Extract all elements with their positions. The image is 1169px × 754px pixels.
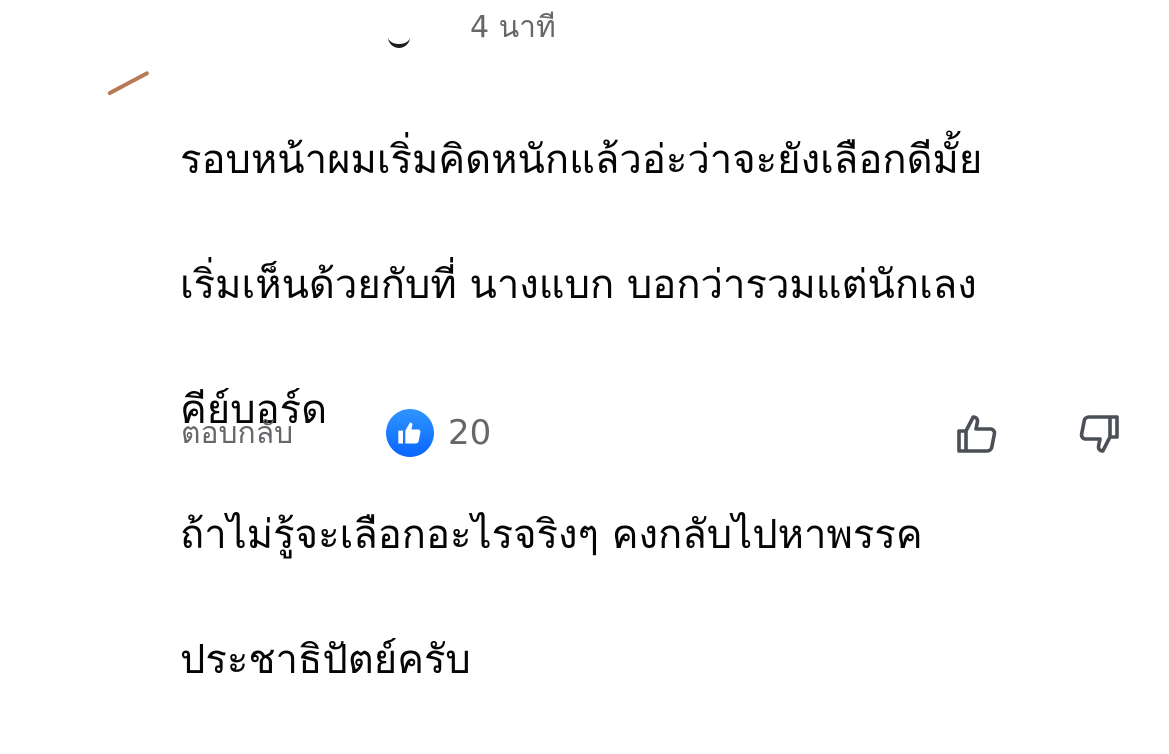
upvote-button[interactable] xyxy=(952,408,1004,460)
reaction-count: 20 xyxy=(448,413,492,453)
avatar[interactable] xyxy=(107,70,150,96)
comment-action-bar: ตอบกลับ 20 xyxy=(0,400,1169,470)
thumbs-up-outline-icon xyxy=(957,415,997,453)
like-thumbs-up-icon xyxy=(386,409,434,457)
comment-timestamp[interactable]: 4 นาที xyxy=(470,8,556,48)
comment-line: รอบหน้าผมเริ่มคิดหนักแล้วอ่ะว่าจะยังเลือ… xyxy=(180,136,983,183)
comment-line: ประชาธิปัตย์ครับ xyxy=(180,636,471,683)
thumbs-down-outline-icon xyxy=(1079,415,1119,453)
reply-button[interactable]: ตอบกลับ xyxy=(181,414,293,454)
comment-line: ถ้าไม่รู้จะเลือกอะไรจริงๆ คงกลับไปหาพรรค xyxy=(180,511,923,558)
comment-line: เริ่มเห็นด้วยกับที่ นางแบก บอกว่ารวมแต่น… xyxy=(180,261,977,308)
author-name-fragment xyxy=(388,36,410,48)
downvote-button[interactable] xyxy=(1072,408,1124,460)
reaction-summary[interactable]: 20 xyxy=(386,409,491,457)
